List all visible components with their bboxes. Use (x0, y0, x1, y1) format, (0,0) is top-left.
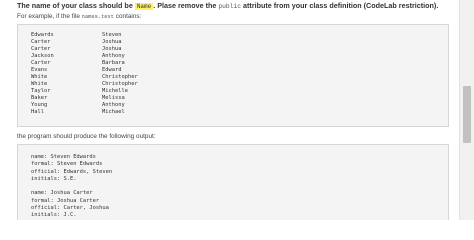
title-text-1: The name of your class should be (17, 1, 135, 10)
first-name: Melissa (102, 95, 125, 101)
example-intro: For example, if the file names.text cont… (17, 13, 141, 20)
class-name-code: Name (134, 3, 154, 10)
scrollbar-thumb[interactable] (463, 86, 471, 143)
last-name: Carter (31, 46, 51, 52)
names-file-row: White Christopher (18, 81, 448, 88)
first-name: Anthony (102, 102, 125, 108)
names-file-row: Edwards Steven (18, 32, 448, 39)
content-area: The name of your class should be Name. P… (0, 0, 458, 220)
first-name: Michael (102, 109, 125, 115)
first-name: Barbara (102, 60, 125, 66)
output-lines: name: Steven Edwards formal: Steven Edwar… (31, 154, 112, 220)
title-text-3: attribute from your class definition (Co… (241, 1, 439, 10)
names-file-row: Carter Barbara (18, 60, 448, 67)
names-file-row: Taylor Michelle (18, 88, 448, 95)
instruction-title: The name of your class should be Name. P… (17, 1, 438, 10)
last-name: White (31, 74, 48, 80)
first-name: Christopher (102, 74, 138, 80)
last-name: Carter (31, 39, 51, 45)
last-name: Baker (31, 95, 48, 101)
names-file-row: Carter Joshua (18, 39, 448, 46)
output-line: official: Carter, Joshua (31, 205, 109, 212)
last-name: Evans (31, 67, 48, 73)
output-intro: the program should produce the following… (17, 133, 156, 140)
title-text-2: . Plase remove the (153, 1, 219, 10)
first-name: Joshua (102, 46, 122, 52)
first-name: Joshua (102, 39, 122, 45)
last-name: Edwards (31, 32, 54, 38)
keyword-code: public (218, 3, 242, 10)
first-name: Steven (102, 32, 122, 38)
names-file-row: Baker Melissa (18, 95, 448, 102)
output-line: name: Steven Edwards (31, 154, 96, 160)
names-file-row: Carter Joshua (18, 46, 448, 53)
output-line: formal: Joshua Carter (31, 197, 100, 204)
last-name: Carter (31, 60, 51, 66)
first-name: Christopher (102, 81, 138, 87)
names-file-row: Evans Edward (18, 67, 448, 74)
first-name: Michelle (102, 88, 128, 94)
last-name: Hall (31, 109, 44, 115)
output-block: name: Steven Edwards formal: Steven Edwar… (17, 144, 449, 220)
output-line: official: Edwards, Steven (31, 168, 113, 175)
vertical-scrollbar[interactable] (459, 0, 474, 220)
last-name: White (31, 81, 48, 87)
output-line: name: Joshua Carter (31, 190, 93, 197)
last-name: Jackson (31, 53, 54, 59)
names-file-row: Young Anthony (18, 102, 448, 109)
output-line: initials: J.C. (31, 212, 77, 219)
intro-text-1: For example, if the file (17, 13, 82, 20)
output-line: initials: S.E. (31, 175, 77, 182)
filename-code: names.text (81, 14, 115, 20)
first-name: Edward (102, 67, 122, 73)
names-file-block: Edwards Steven Carter Joshua Carter Joshua Jac… (17, 24, 449, 127)
names-file-row: White Christopher (18, 74, 448, 81)
names-file-row: Hall Michael (18, 109, 448, 116)
intro-text-2: contains: (114, 13, 142, 20)
last-name: Young (31, 102, 48, 108)
names-file-row: Jackson Anthony (18, 53, 448, 60)
first-name: Anthony (102, 53, 125, 59)
output-line: formal: Steven Edwards (31, 161, 103, 168)
last-name: Taylor (31, 88, 51, 94)
